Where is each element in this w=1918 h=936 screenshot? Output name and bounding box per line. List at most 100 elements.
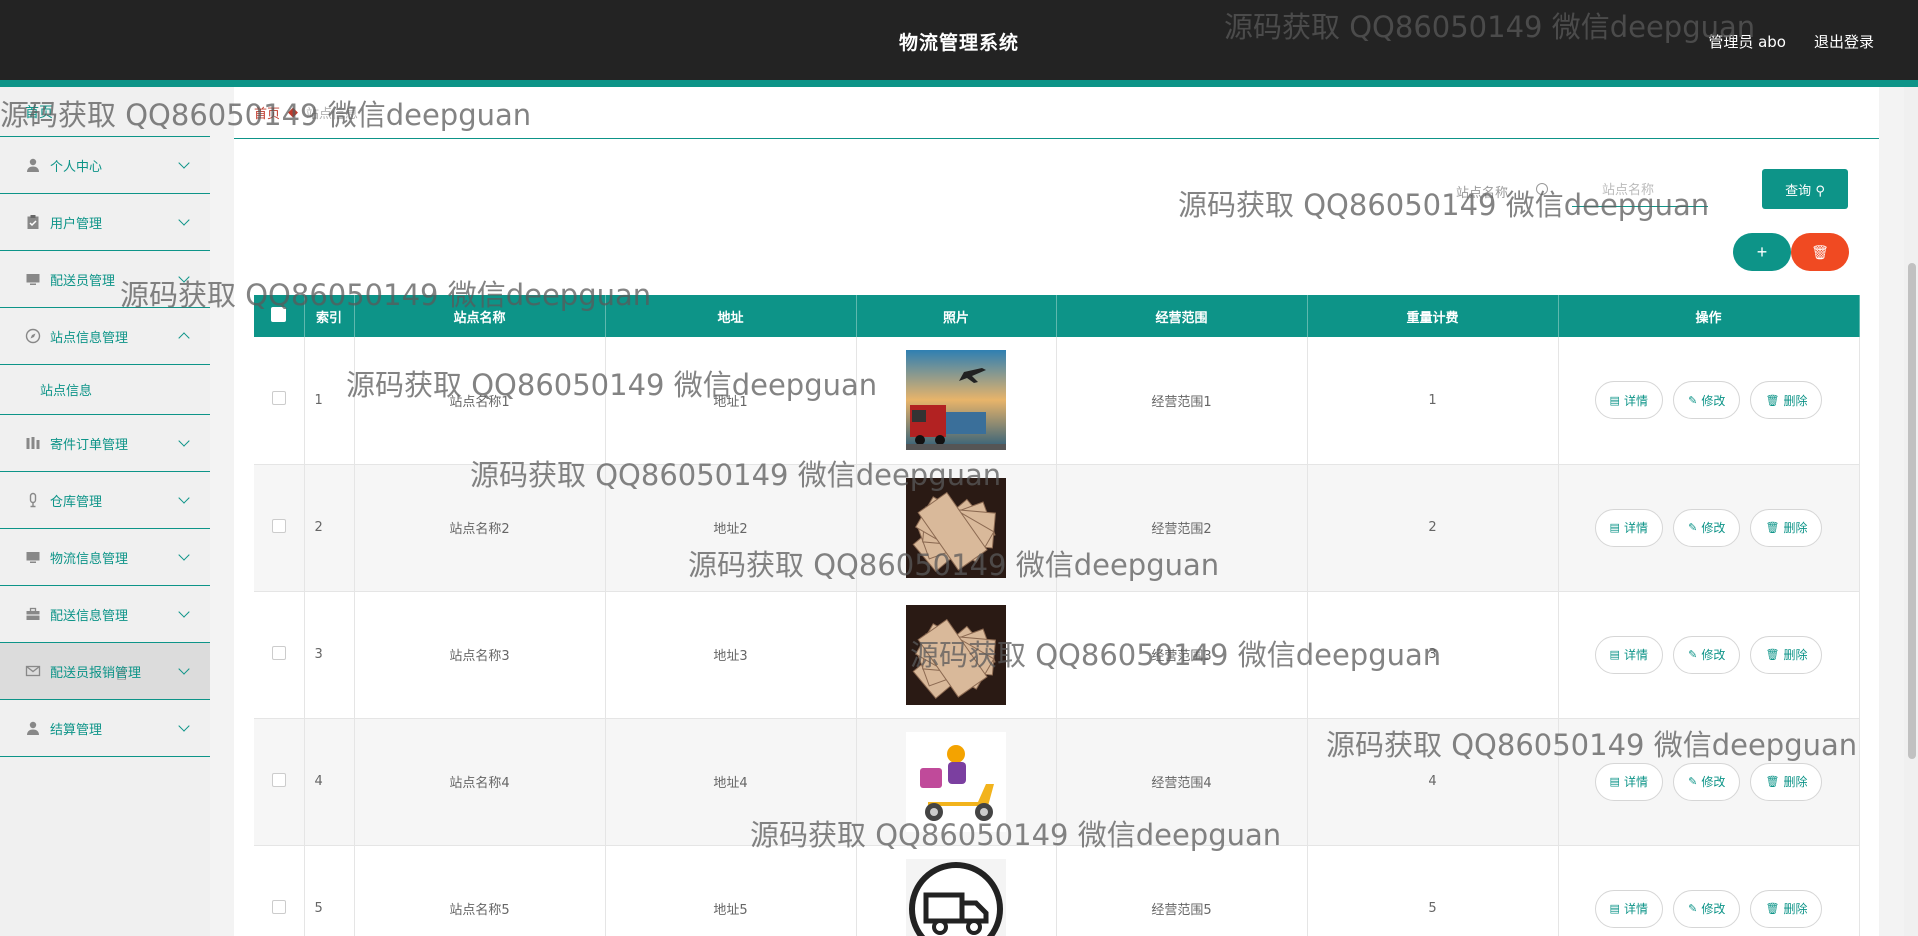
row-select-cell[interactable] <box>254 718 305 846</box>
delete-label: 删除 <box>1783 393 1808 408</box>
station-name-cell: 站点名称1 <box>354 337 606 465</box>
delete-button[interactable]: 🗑 删除 <box>1750 762 1823 801</box>
sidebar-item-label: 配送信息管理 <box>50 608 129 624</box>
delete-button[interactable]: 🗑 删除 <box>1750 381 1823 420</box>
edit-button[interactable]: ✎ 修改 <box>1673 381 1741 420</box>
edit-button[interactable]: ✎ 修改 <box>1673 889 1741 928</box>
actions-cell: ▤ 详情 ✎ 修改 🗑 删除 <box>1558 337 1860 465</box>
sidebar-item-station-management[interactable]: 站点信息管理 <box>0 308 210 365</box>
business-scope-cell: 经营范围4 <box>1056 718 1308 846</box>
table-row: 3 站点名称3 地址3 经营范围3 3 ▤ 详情 ✎ 修改 🗑 删除 <box>254 591 1860 719</box>
sidebar-item-user-management[interactable]: 用户管理 <box>0 194 210 251</box>
detail-button[interactable]: ▤ 详情 <box>1594 381 1663 420</box>
scrollbar-thumb[interactable] <box>1908 263 1916 759</box>
sidebar-item-label: 结算管理 <box>50 722 103 738</box>
delete-button[interactable]: 🗑 删除 <box>1750 889 1823 928</box>
row-checkbox[interactable] <box>271 391 286 406</box>
select-all-checkbox[interactable] <box>271 306 287 322</box>
query-button-label: 查询 <box>1785 183 1812 199</box>
delete-label: 删除 <box>1783 648 1808 662</box>
address-cell: 地址1 <box>605 337 857 465</box>
delete-label: 删除 <box>1783 775 1808 789</box>
row-select-cell[interactable] <box>254 337 305 465</box>
sidebar-item-reimbursement[interactable]: 配送员报销管理 <box>0 643 210 700</box>
pencil-icon: ✎ <box>1688 393 1698 407</box>
table-row: 5 站点名称5 地址5 经营范围5 5 ▤ 详情 ✎ 修改 🗑 删除 <box>254 845 1860 936</box>
delete-label: 删除 <box>1783 521 1808 535</box>
chevron-down-icon <box>178 606 190 618</box>
edit-button[interactable]: ✎ 修改 <box>1673 635 1741 674</box>
column-header: 索引 <box>304 295 355 337</box>
page-scrollbar[interactable] <box>1904 87 1918 936</box>
sidebar-item-label: 配送员管理 <box>50 273 116 289</box>
breadcrumb-home[interactable]: 首页 <box>254 103 280 122</box>
sidebar-item-order-management[interactable]: 寄件订单管理 <box>0 415 210 472</box>
sidebar-item-label: 物流信息管理 <box>50 551 129 567</box>
photo-cell <box>856 845 1057 936</box>
station-name-cell: 站点名称4 <box>354 718 606 846</box>
detail-button[interactable]: ▤ 详情 <box>1594 889 1663 928</box>
detail-label: 详情 <box>1623 902 1648 916</box>
row-checkbox[interactable] <box>271 899 286 914</box>
add-button[interactable]: + <box>1733 233 1791 271</box>
edit-button[interactable]: ✎ 修改 <box>1673 762 1741 801</box>
monitor-icon <box>26 552 40 563</box>
detail-button[interactable]: ▤ 详情 <box>1594 635 1663 674</box>
station-name-search-input[interactable] <box>1572 175 1708 207</box>
chevron-down-icon <box>178 663 190 675</box>
business-scope-cell: 经营范围3 <box>1056 591 1308 719</box>
row-checkbox[interactable] <box>271 645 286 660</box>
sidebar-item-personal-center[interactable]: 个人中心 <box>0 137 210 194</box>
compass-icon <box>25 328 41 344</box>
business-scope-cell: 经营范围5 <box>1056 845 1308 936</box>
photo-cell <box>856 337 1057 465</box>
clipboard-icon <box>27 215 39 229</box>
batch-delete-button[interactable]: 🗑 <box>1791 233 1849 271</box>
monitor-icon <box>26 274 40 285</box>
select-all-cell[interactable] <box>254 295 305 337</box>
document-icon: ▤ <box>1609 902 1620 915</box>
station-name-cell: 站点名称2 <box>354 464 606 592</box>
sidebar-item-warehouse-management[interactable]: 仓库管理 <box>0 472 210 529</box>
row-checkbox[interactable] <box>271 518 286 533</box>
edit-button[interactable]: ✎ 修改 <box>1673 508 1741 547</box>
delete-label: 删除 <box>1783 902 1808 916</box>
chevron-down-icon <box>178 157 190 169</box>
logout-link[interactable]: 退出登录 <box>1814 31 1874 52</box>
actions-cell: ▤ 详情 ✎ 修改 🗑 删除 <box>1558 591 1860 719</box>
row-checkbox[interactable] <box>271 772 286 787</box>
sidebar-item-settlement[interactable]: 结算管理 <box>0 700 210 757</box>
row-select-cell[interactable] <box>254 591 305 719</box>
weight-fee-cell: 4 <box>1307 718 1559 846</box>
chevron-up-icon <box>178 332 190 344</box>
sidebar-item-logistics-info[interactable]: 物流信息管理 <box>0 529 210 586</box>
banknotes-photo <box>906 604 1006 705</box>
column-header: 站点名称 <box>354 295 606 337</box>
sidebar-subitem-station-info[interactable]: 站点信息 <box>0 365 210 415</box>
detail-button[interactable]: ▤ 详情 <box>1594 762 1663 801</box>
sidebar-item-label: 配送员报销管理 <box>50 665 142 681</box>
edit-label: 修改 <box>1701 648 1726 662</box>
sidebar-item-label: 用户管理 <box>50 216 103 232</box>
sidebar-item-delivery-info[interactable]: 配送信息管理 <box>0 586 210 643</box>
column-header: 照片 <box>856 295 1057 337</box>
delete-button[interactable]: 🗑 删除 <box>1750 508 1823 547</box>
row-select-cell[interactable] <box>254 845 305 936</box>
address-cell: 地址5 <box>605 845 857 936</box>
sidebar-item-courier-management[interactable]: 配送员管理 <box>0 251 210 308</box>
weight-fee-cell: 5 <box>1307 845 1559 936</box>
mic-icon <box>29 492 37 508</box>
column-header: 操作 <box>1558 295 1860 337</box>
query-button[interactable]: 查询 ⚲ <box>1762 169 1848 209</box>
actions-cell: ▤ 详情 ✎ 修改 🗑 删除 <box>1558 464 1860 592</box>
sidebar-item-home[interactable]: 首页 <box>0 87 210 137</box>
edit-label: 修改 <box>1701 521 1726 535</box>
sidebar-item-label: 仓库管理 <box>50 494 103 510</box>
delete-button[interactable]: 🗑 删除 <box>1750 635 1823 674</box>
document-icon: ▤ <box>1609 521 1620 534</box>
detail-button[interactable]: ▤ 详情 <box>1594 508 1663 547</box>
pencil-icon: ✎ <box>1688 902 1698 915</box>
row-select-cell[interactable] <box>254 464 305 592</box>
main-content: 首页 ◆ 站点信息 站点名称 查询 ⚲ + 🗑 索引 站点名称 地址 照片 经营… <box>234 87 1879 936</box>
sidebar-item-label: 个人中心 <box>50 159 103 175</box>
